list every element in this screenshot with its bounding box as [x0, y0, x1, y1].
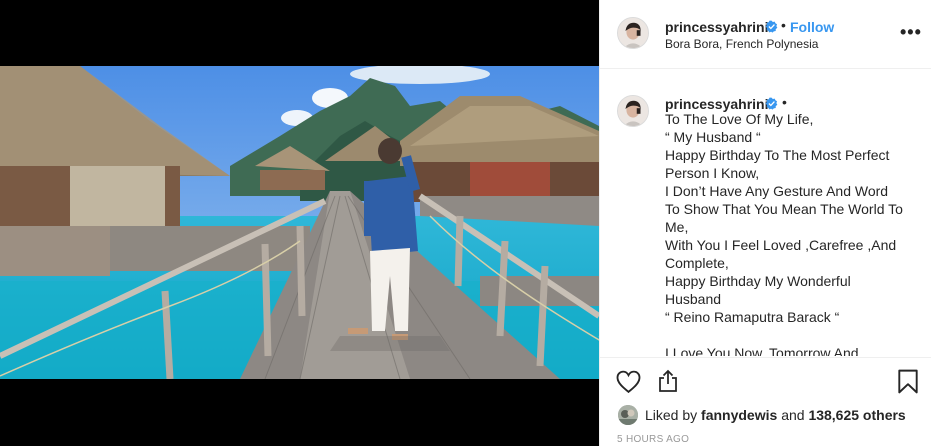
caption-line: Me, — [665, 219, 689, 235]
separator-dot: • — [781, 17, 786, 33]
likes-summary: Liked by fannydewis and 138,625 others — [645, 407, 906, 423]
caption-line: “ My Husband “ — [665, 129, 761, 145]
caption-line: Husband — [665, 291, 722, 307]
more-options-icon[interactable]: ••• — [900, 22, 922, 43]
caption-comment: princessyahrini • To The Love Of My Life… — [600, 70, 931, 356]
caption-line: With You I Feel Loved ,Carefree ,And — [665, 237, 897, 253]
caption-text: To The Love Of My Life, “ My Husband “ H… — [665, 110, 915, 356]
author-avatar[interactable] — [617, 17, 649, 49]
verified-badge-icon — [765, 20, 778, 33]
caption-line: To Show That You Mean The World To — [665, 201, 903, 217]
caption-line: “ Reino Ramaputra Barack “ — [665, 309, 840, 325]
follow-button[interactable]: Follow — [790, 19, 834, 35]
caption-line: Happy Birthday To The Most Perfect — [665, 147, 890, 163]
likes-others-link[interactable]: 138,625 others — [808, 407, 905, 423]
liker-username-link[interactable]: fannydewis — [701, 407, 777, 423]
post-media[interactable] — [0, 0, 599, 446]
caption-line: Complete, — [665, 255, 729, 271]
liker-avatar[interactable] — [618, 405, 638, 425]
caption-line — [665, 326, 915, 344]
likes-middle: and — [781, 407, 805, 423]
caption-author-avatar[interactable] — [617, 95, 649, 127]
separator-dot: • — [782, 94, 787, 110]
post-header: princessyahrini • Follow Bora Bora, Fren… — [600, 0, 931, 69]
post-details-panel: princessyahrini • Follow Bora Bora, Fren… — [599, 0, 931, 446]
caption-line: Person I Know, — [665, 165, 760, 181]
likes-prefix: Liked by — [645, 407, 698, 423]
caption-line: I Love You Now, Tomorrow And — [665, 345, 859, 356]
author-username-link[interactable]: princessyahrini — [665, 19, 769, 35]
verified-badge-icon — [765, 97, 778, 110]
heart-icon[interactable] — [616, 370, 641, 393]
bookmark-icon[interactable] — [897, 369, 919, 394]
post-actions: Liked by fannydewis and 138,625 others 5… — [600, 357, 931, 446]
caption-line: I Don’t Have Any Gesture And Word — [665, 183, 889, 199]
caption-line: To The Love Of My Life, — [665, 111, 814, 127]
share-icon[interactable] — [656, 369, 680, 393]
caption-line: Happy Birthday My Wonderful — [665, 273, 851, 289]
post-photo[interactable] — [0, 66, 599, 379]
post-timestamp[interactable]: 5 HOURS AGO — [617, 434, 689, 445]
location-link[interactable]: Bora Bora, French Polynesia — [665, 37, 818, 51]
